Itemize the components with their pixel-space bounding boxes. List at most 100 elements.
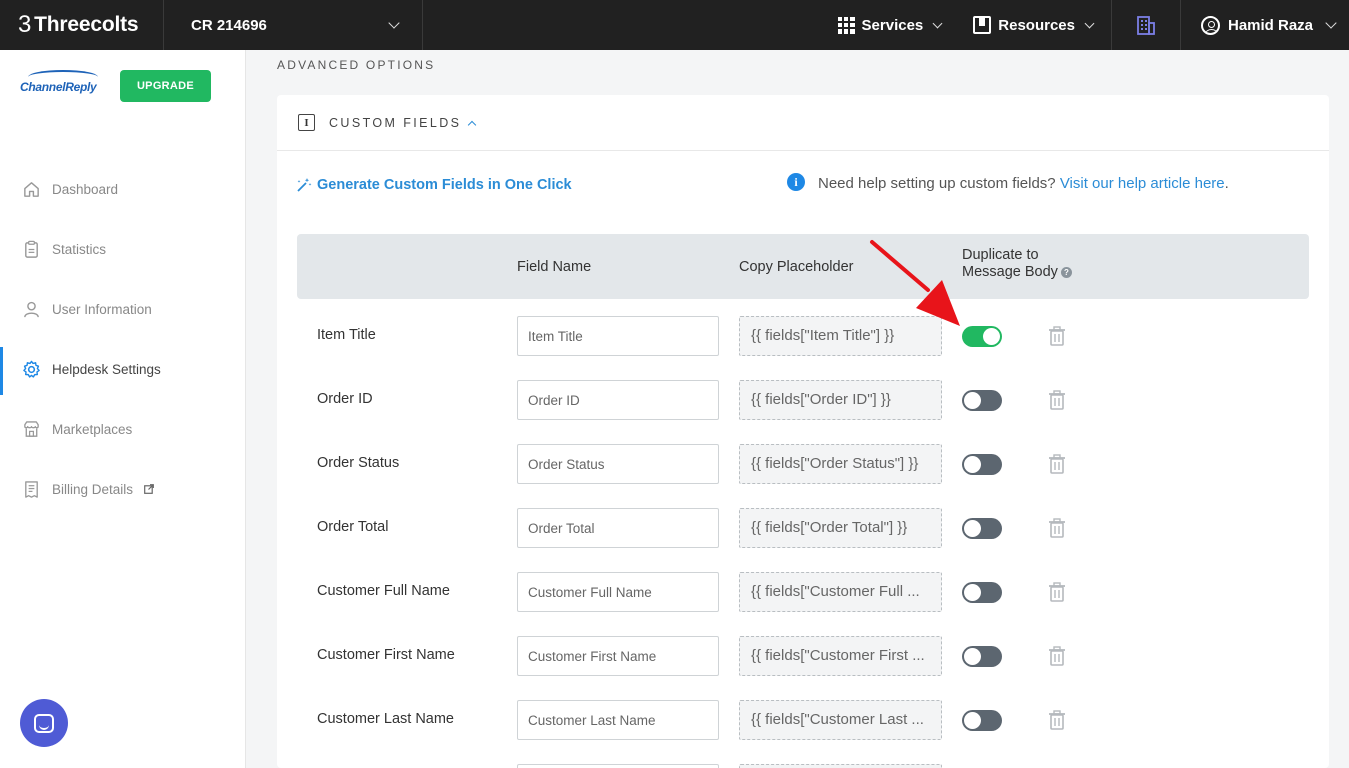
annotation-arrow-icon	[870, 240, 960, 326]
duplicate-toggle[interactable]	[962, 326, 1002, 347]
chevron-down-icon	[932, 18, 943, 28]
section-label: ADVANCED OPTIONS	[277, 58, 436, 72]
generate-link-label: Generate Custom Fields in One Click	[317, 177, 572, 193]
table-row	[277, 764, 1329, 768]
copy-placeholder-box[interactable]: {{ fields["Order ID"] }}	[739, 380, 942, 420]
logo-text: ChannelReply	[20, 80, 97, 94]
services-label: Services	[861, 16, 924, 34]
table-header: Field Name Copy Placeholder Duplicate to…	[297, 234, 1309, 299]
toggle-knob	[964, 584, 981, 601]
top-bar: 3 Threecolts CR 214696 Services Resource…	[0, 0, 1349, 50]
building-icon	[1137, 16, 1155, 35]
toggle-knob	[964, 392, 981, 409]
sidebar-item-helpdesk-settings[interactable]: Helpdesk Settings	[0, 347, 246, 395]
trash-icon[interactable]	[1048, 454, 1066, 474]
field-name-input[interactable]	[517, 636, 719, 676]
building-button[interactable]	[1111, 0, 1181, 50]
user-name: Hamid Raza	[1228, 16, 1314, 34]
brand-name: Threecolts	[34, 13, 139, 36]
channelreply-logo[interactable]: ChannelReply	[20, 68, 100, 108]
help-text: i Need help setting up custom fields? Vi…	[787, 173, 1278, 194]
trash-icon[interactable]	[1048, 390, 1066, 410]
account-label: CR 214696	[191, 16, 267, 34]
grid-icon	[837, 16, 855, 34]
field-name-input[interactable]	[517, 508, 719, 548]
sidebar-item-label: User Information	[52, 301, 152, 317]
column-field-name: Field Name	[517, 259, 592, 275]
column-duplicate: Duplicate to Message Body?	[962, 247, 1072, 281]
copy-placeholder-box[interactable]	[739, 764, 942, 768]
question-icon[interactable]: ?	[1060, 266, 1072, 278]
duplicate-toggle[interactable]	[962, 710, 1002, 731]
chat-launcher-button[interactable]	[20, 699, 68, 747]
card-title-text: CUSTOM FIELDS	[329, 115, 462, 130]
field-label: Order Total	[317, 519, 389, 535]
account-select[interactable]: CR 214696	[164, 0, 423, 50]
upgrade-button[interactable]: UPGRADE	[120, 70, 211, 102]
column-copy-placeholder: Copy Placeholder	[739, 259, 854, 275]
copy-placeholder-box[interactable]: {{ fields["Customer Last ...	[739, 700, 942, 740]
sidebar-item-label: Dashboard	[52, 181, 119, 197]
trash-icon[interactable]	[1048, 326, 1066, 346]
sidebar-item-statistics[interactable]: Statistics	[0, 227, 246, 271]
field-label: Order Status	[317, 455, 400, 471]
copy-placeholder-box[interactable]: {{ fields["Order Total"] }}	[739, 508, 942, 548]
field-name-input[interactable]	[517, 444, 719, 484]
table-row: Order ID {{ fields["Order ID"] }}	[277, 380, 1329, 420]
help-article-link[interactable]: Visit our help article here	[1060, 175, 1225, 192]
sidebar-item-dashboard[interactable]: Dashboard	[0, 167, 246, 211]
custom-fields-card: I CUSTOM FIELDS Generate Custom Fields i…	[277, 95, 1329, 768]
text-field-icon: I	[298, 114, 315, 131]
table-row: Item Title {{ fields["Item Title"] }}	[277, 316, 1329, 356]
trash-icon[interactable]	[1048, 518, 1066, 538]
field-name-input[interactable]	[517, 380, 719, 420]
gear-icon	[22, 360, 41, 379]
receipt-icon	[22, 480, 41, 499]
external-link-icon	[144, 484, 154, 494]
toggle-knob	[964, 712, 981, 729]
table-row: Customer Full Name {{ fields["Customer F…	[277, 572, 1329, 612]
duplicate-toggle[interactable]	[962, 518, 1002, 539]
toggle-knob	[964, 456, 981, 473]
column-duplicate-line2: Message Body	[962, 264, 1058, 280]
sidebar-item-billing-details[interactable]: Billing Details	[0, 467, 246, 511]
column-duplicate-line1: Duplicate to	[962, 247, 1039, 263]
book-icon	[973, 16, 992, 34]
services-menu[interactable]: Services	[822, 0, 958, 50]
trash-icon[interactable]	[1048, 646, 1066, 666]
custom-fields-header[interactable]: I CUSTOM FIELDS	[277, 95, 1329, 151]
duplicate-toggle[interactable]	[962, 454, 1002, 475]
user-menu[interactable]: Hamid Raza	[1181, 0, 1349, 50]
copy-placeholder-box[interactable]: {{ fields["Order Status"] }}	[739, 444, 942, 484]
resources-menu[interactable]: Resources	[957, 0, 1109, 50]
field-name-input[interactable]	[517, 572, 719, 612]
copy-placeholder-box[interactable]: {{ fields["Customer Full ...	[739, 572, 942, 612]
help-text-end: .	[1224, 175, 1229, 192]
duplicate-toggle[interactable]	[962, 646, 1002, 667]
trash-icon[interactable]	[1048, 710, 1066, 730]
sidebar-item-label: Statistics	[52, 241, 107, 257]
generate-custom-fields-link[interactable]: Generate Custom Fields in One Click	[296, 177, 572, 193]
clipboard-icon	[22, 240, 41, 259]
home-icon	[22, 180, 41, 199]
threecolts-logo[interactable]: 3 Threecolts	[0, 0, 164, 50]
toggle-knob	[983, 328, 1000, 345]
field-name-input[interactable]	[517, 764, 719, 768]
user-icon	[22, 300, 41, 319]
table-row: Order Status {{ fields["Order Status"] }…	[277, 444, 1329, 484]
chevron-down-icon	[1325, 17, 1337, 29]
field-label: Order ID	[317, 391, 373, 407]
field-name-input[interactable]	[517, 316, 719, 356]
trash-icon[interactable]	[1048, 582, 1066, 602]
info-icon: i	[787, 173, 805, 191]
duplicate-toggle[interactable]	[962, 390, 1002, 411]
sidebar-item-label: Marketplaces	[52, 421, 133, 437]
table-row: Customer Last Name {{ fields["Customer L…	[277, 700, 1329, 740]
sidebar-item-label: Helpdesk Settings	[52, 361, 161, 377]
copy-placeholder-box[interactable]: {{ fields["Customer First ...	[739, 636, 942, 676]
sidebar-item-user-information[interactable]: User Information	[0, 287, 246, 331]
field-name-input[interactable]	[517, 700, 719, 740]
sidebar-item-marketplaces[interactable]: Marketplaces	[0, 407, 246, 451]
chevron-down-icon	[388, 17, 400, 29]
duplicate-toggle[interactable]	[962, 582, 1002, 603]
